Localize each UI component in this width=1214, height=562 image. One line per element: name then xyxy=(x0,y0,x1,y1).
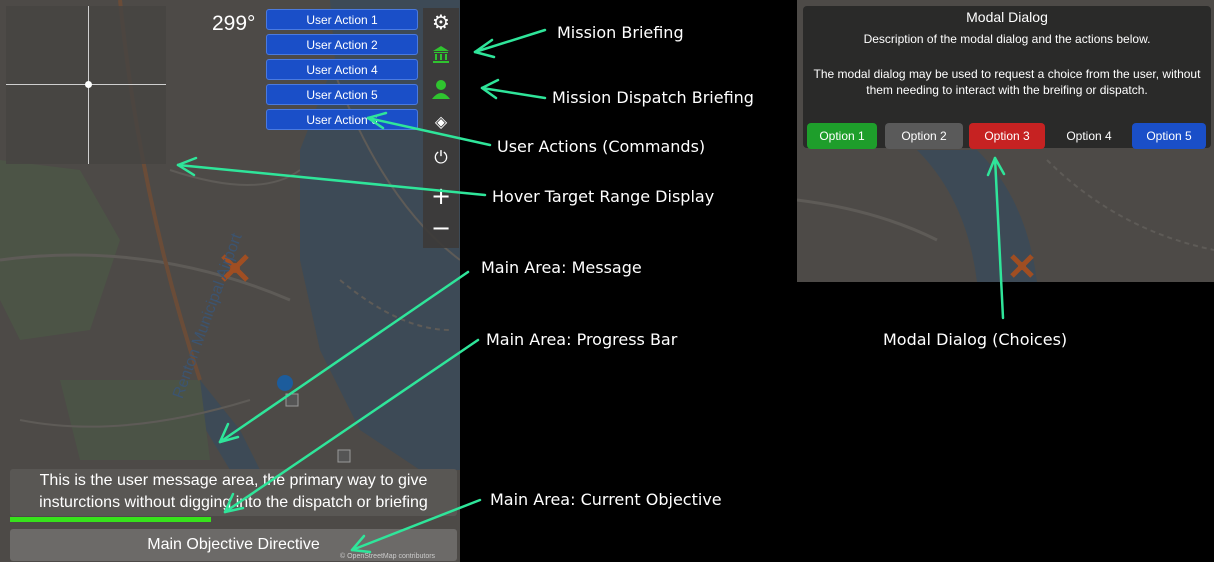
annotation-arrows xyxy=(176,28,1006,554)
label-main-message: Main Area: Message xyxy=(481,258,642,277)
label-user-actions: User Actions (Commands) xyxy=(497,137,706,156)
label-main-objective: Main Area: Current Objective xyxy=(490,490,722,509)
label-modal-choices: Modal Dialog (Choices) xyxy=(883,330,1068,349)
label-hover-range: Hover Target Range Display xyxy=(492,187,715,206)
label-mission-briefing: Mission Briefing xyxy=(557,23,684,42)
label-mission-dispatch: Mission Dispatch Briefing xyxy=(552,88,754,107)
label-main-progress: Main Area: Progress Bar xyxy=(486,330,678,349)
